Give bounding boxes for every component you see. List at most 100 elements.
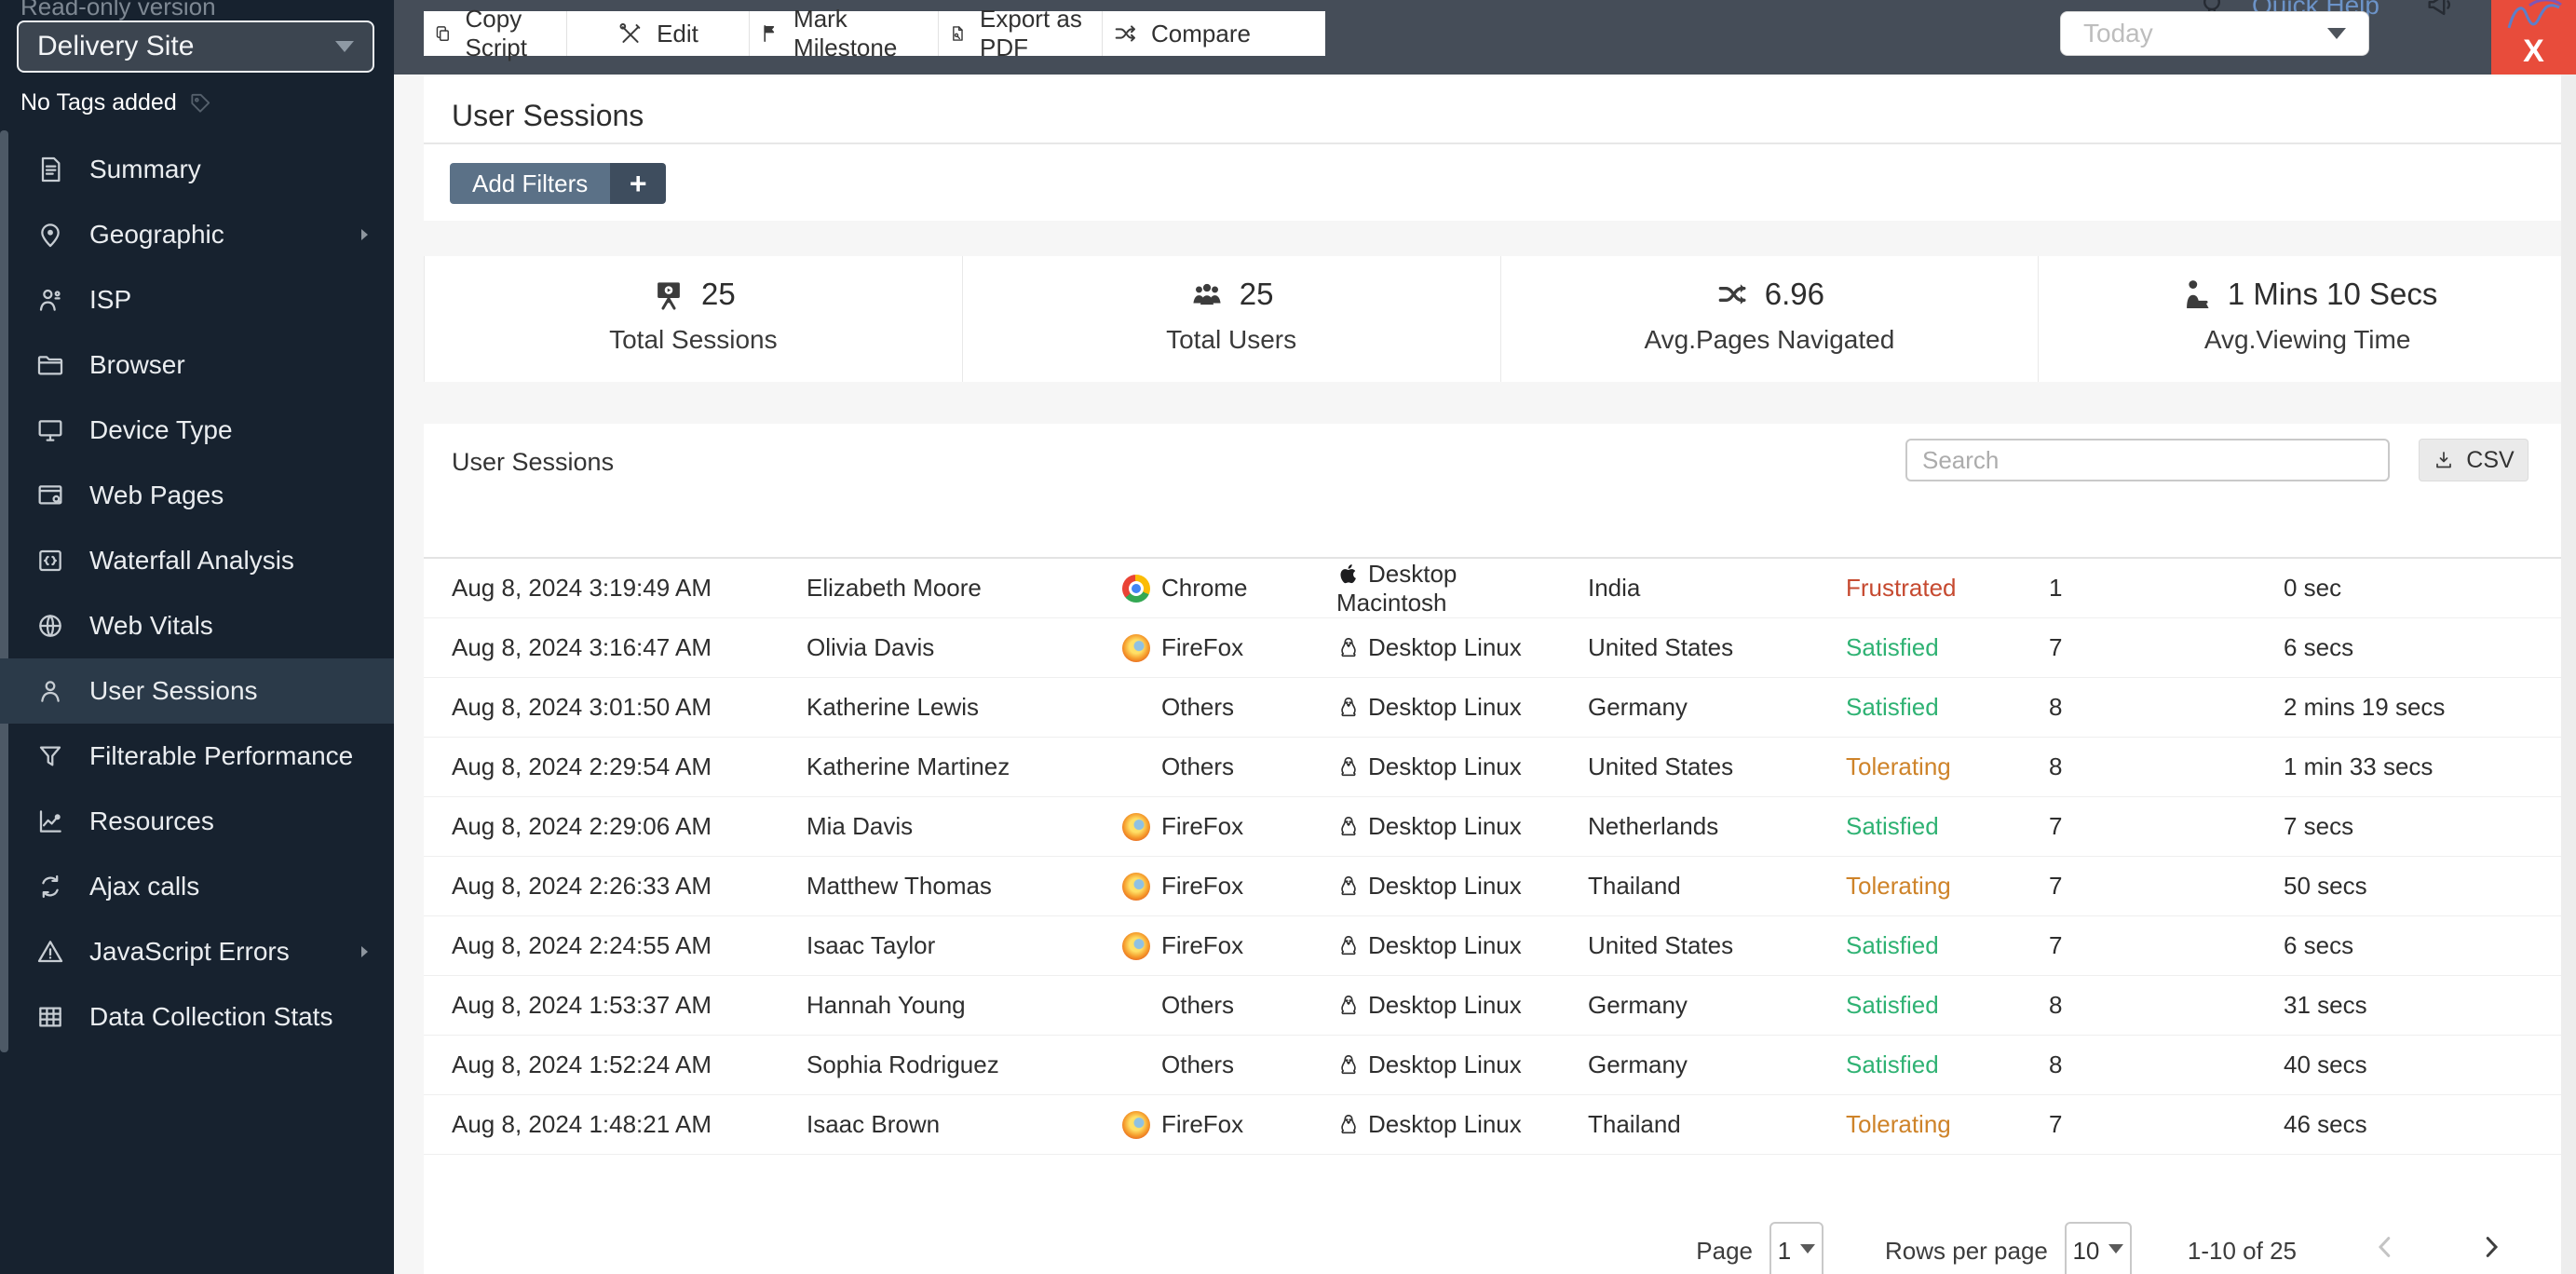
stat-label: Total Users bbox=[1166, 325, 1297, 354]
rows-per-page-select[interactable]: 10 bbox=[2064, 1222, 2132, 1274]
sidebar-item-isp[interactable]: ISP bbox=[0, 267, 394, 332]
sidebar-item-waterfall-analysis[interactable]: Waterfall Analysis bbox=[0, 528, 394, 593]
table-row[interactable]: Aug 8, 2024 2:29:54 AM Katherine Martine… bbox=[424, 738, 2576, 797]
shuffle-icon bbox=[1715, 277, 1750, 312]
sidebar-item-javascript-errors[interactable]: JavaScript Errors bbox=[0, 919, 394, 984]
sidebar-item-filterable-performance[interactable]: Filterable Performance bbox=[0, 724, 394, 789]
cell-start-time: Aug 8, 2024 1:53:37 AM bbox=[452, 991, 712, 1019]
table-row[interactable]: Aug 8, 2024 3:16:47 AM Olivia Davis Fire… bbox=[424, 618, 2576, 678]
table-grid-icon bbox=[35, 1002, 65, 1032]
sidebar-item-label: Data Collection Stats bbox=[89, 1002, 333, 1031]
toolbar-button[interactable]: Copy Script bbox=[424, 5, 567, 61]
stat-card: 25 Total Users bbox=[961, 256, 1500, 382]
brand-squiggle-icon bbox=[2507, 0, 2562, 29]
date-range-value: Today bbox=[2083, 19, 2153, 47]
previous-page-button[interactable] bbox=[2371, 1233, 2399, 1261]
cell-user-experience: Tolerating bbox=[1846, 1110, 1951, 1138]
site-selector-value: Delivery Site bbox=[37, 31, 195, 61]
page-number-select[interactable]: 1 bbox=[1769, 1222, 1824, 1274]
cell-user-experience: Satisfied bbox=[1846, 991, 1939, 1019]
browser-name: Others bbox=[1161, 752, 1235, 780]
table-row[interactable]: Aug 8, 2024 3:19:49 AM Elizabeth Moore C… bbox=[424, 559, 2576, 618]
table-row[interactable]: Aug 8, 2024 2:26:33 AM Matthew Thomas Fi… bbox=[424, 857, 2576, 916]
sidebar-item-geographic[interactable]: Geographic bbox=[0, 202, 394, 267]
browser-name: Others bbox=[1161, 991, 1235, 1019]
cell-country: Germany bbox=[1588, 693, 1688, 721]
site-selector[interactable]: Delivery Site bbox=[17, 20, 374, 73]
chevron-right-icon bbox=[353, 941, 375, 963]
table-row[interactable]: Aug 8, 2024 1:53:37 AM Hannah Young Othe… bbox=[424, 976, 2576, 1036]
table-body: Aug 8, 2024 3:19:49 AM Elizabeth Moore C… bbox=[424, 559, 2576, 1155]
chevron-down-icon bbox=[2108, 1244, 2124, 1254]
device-line1: Desktop Linux bbox=[1368, 1050, 1522, 1078]
page-header: User Sessions Add Filters + bbox=[424, 76, 2576, 221]
none bbox=[1122, 992, 1150, 1020]
flag-icon bbox=[759, 20, 780, 47]
cell-country: Thailand bbox=[1588, 872, 1681, 900]
table-row[interactable]: Aug 8, 2024 2:24:55 AM Isaac Taylor Fire… bbox=[424, 916, 2576, 976]
sidebar-menu: Summary Geographic ISP Browser Device Ty… bbox=[0, 137, 394, 1050]
sidebar-item-label: Web Pages bbox=[89, 481, 224, 509]
cell-device: Desktop Linux bbox=[1336, 752, 1588, 781]
add-filters-button[interactable]: Add Filters + bbox=[450, 163, 667, 204]
close-x-label: X bbox=[2523, 34, 2544, 69]
cell-country: Germany bbox=[1588, 1050, 1688, 1078]
table-row[interactable]: Aug 8, 2024 1:52:24 AM Sophia Rodriguez … bbox=[424, 1036, 2576, 1095]
firefox-icon bbox=[1122, 872, 1150, 901]
sidebar-item-user-sessions[interactable]: User Sessions bbox=[0, 658, 394, 724]
page-scrollbar[interactable] bbox=[2561, 75, 2576, 1274]
linux-icon bbox=[1336, 696, 1361, 720]
device-line2: Macintosh bbox=[1336, 588, 1447, 617]
sidebar-item-label: Resources bbox=[89, 806, 214, 835]
cell-start-time: Aug 8, 2024 2:26:33 AM bbox=[452, 872, 712, 900]
sidebar-item-label: User Sessions bbox=[89, 676, 258, 705]
sidebar-item-data-collection-stats[interactable]: Data Collection Stats bbox=[0, 984, 394, 1050]
toolbar-button-label: Copy Script bbox=[465, 5, 527, 61]
cell-country: United States bbox=[1588, 633, 1734, 661]
csv-export-button[interactable]: CSV bbox=[2419, 439, 2529, 481]
cell-browser: Others bbox=[1122, 693, 1336, 722]
cell-country: United States bbox=[1588, 752, 1734, 780]
toolbar-button[interactable]: Mark Milestone bbox=[750, 5, 939, 61]
stat-label: Avg.Pages Navigated bbox=[1644, 325, 1895, 354]
sidebar-item-label: ISP bbox=[89, 285, 132, 314]
sidebar-item-resources[interactable]: Resources bbox=[0, 789, 394, 854]
sidebar-item-ajax-calls[interactable]: Ajax calls bbox=[0, 854, 394, 919]
table-row[interactable]: Aug 8, 2024 3:01:50 AM Katherine Lewis O… bbox=[424, 678, 2576, 738]
warning-icon bbox=[35, 937, 65, 967]
cell-browser: Others bbox=[1122, 752, 1336, 781]
table-row[interactable]: Aug 8, 2024 1:48:21 AM Isaac Brown FireF… bbox=[424, 1095, 2576, 1155]
cell-pages-navigated: 7 bbox=[2049, 931, 2063, 959]
cell-browser: FireFox bbox=[1122, 1110, 1336, 1139]
geo-pin-icon bbox=[35, 220, 65, 250]
device-line1: Desktop Linux bbox=[1368, 752, 1522, 780]
device-line1: Desktop Linux bbox=[1368, 872, 1522, 900]
sidebar-item-web-pages[interactable]: Web Pages bbox=[0, 463, 394, 528]
table-row[interactable]: Aug 8, 2024 2:29:06 AM Mia Davis FireFox… bbox=[424, 797, 2576, 857]
toolbar-button-label: Mark Milestone bbox=[793, 5, 898, 61]
sidebar-item-device-type[interactable]: Device Type bbox=[0, 398, 394, 463]
sidebar-item-web-vitals[interactable]: Web Vitals bbox=[0, 593, 394, 658]
user-person-icon bbox=[35, 676, 65, 706]
cell-country: Germany bbox=[1588, 991, 1688, 1019]
megaphone-icon[interactable] bbox=[2424, 0, 2456, 20]
search-input[interactable] bbox=[1905, 439, 2390, 481]
close-button[interactable]: X bbox=[2491, 0, 2576, 75]
table-header-row bbox=[424, 510, 2576, 559]
device-line1: Desktop Linux bbox=[1368, 1110, 1522, 1138]
browser-name: FireFox bbox=[1161, 931, 1244, 959]
cell-start-time: Aug 8, 2024 2:29:06 AM bbox=[452, 812, 712, 840]
date-range-select[interactable]: Today bbox=[2060, 11, 2369, 56]
toolbar-button[interactable]: Export as PDF bbox=[939, 5, 1103, 61]
sidebar-item-summary[interactable]: Summary bbox=[0, 137, 394, 202]
cell-user-name: Sophia Rodriguez bbox=[807, 1050, 999, 1078]
sidebar-item-browser[interactable]: Browser bbox=[0, 332, 394, 398]
cell-viewing-time: 31 secs bbox=[2284, 991, 2367, 1019]
next-page-button[interactable] bbox=[2477, 1233, 2505, 1261]
toolbar-button[interactable]: Edit bbox=[567, 11, 750, 56]
cell-pages-navigated: 8 bbox=[2049, 1050, 2063, 1078]
device-line1: Desktop Linux bbox=[1368, 931, 1522, 959]
cell-pages-navigated: 8 bbox=[2049, 693, 2063, 721]
cell-pages-navigated: 8 bbox=[2049, 991, 2063, 1019]
toolbar-button[interactable]: Compare bbox=[1103, 11, 1260, 56]
